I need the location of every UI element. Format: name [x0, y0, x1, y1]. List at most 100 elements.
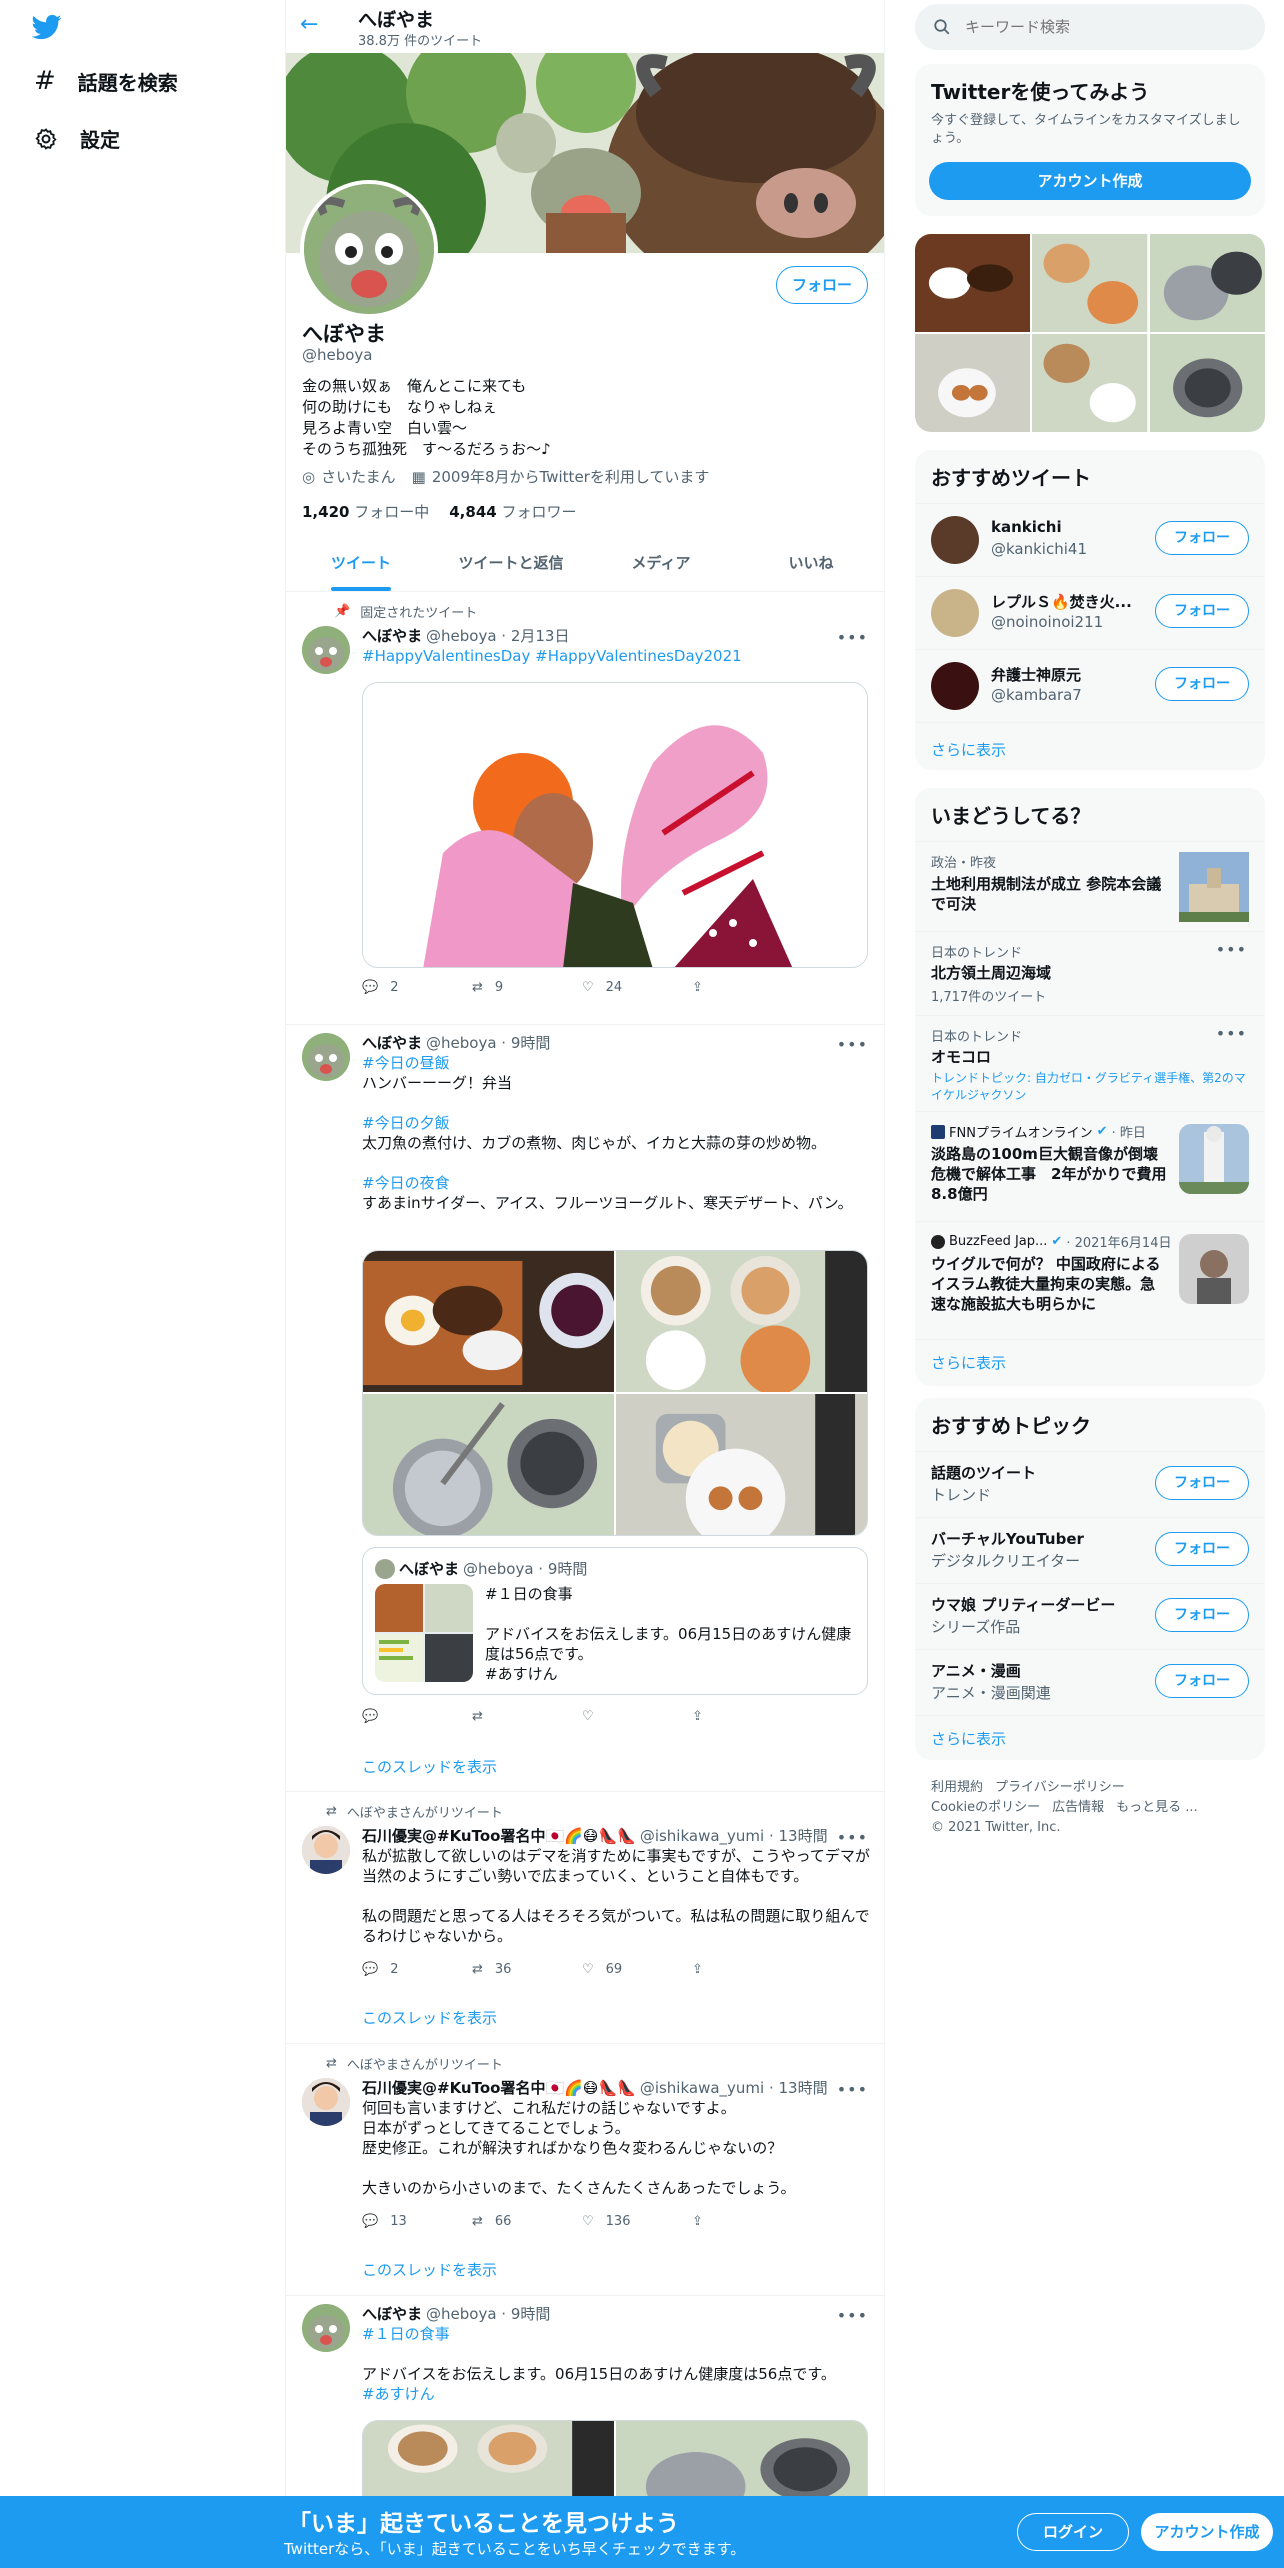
more-icon[interactable]: •••	[837, 1035, 868, 1054]
food-photo[interactable]	[363, 1251, 614, 1392]
reply-button[interactable]: 💬	[362, 1709, 462, 1724]
topic-item[interactable]: バーチャルYouTuber デジタルクリエイター フォロー	[915, 1517, 1265, 1583]
more-icon[interactable]: •••	[1216, 940, 1247, 959]
tweet-meta[interactable]: @heboya · 2月13日	[426, 626, 569, 646]
following-link[interactable]: 1,420 フォロー中	[302, 501, 429, 522]
footer-link[interactable]: 利用規約	[931, 1778, 983, 1798]
tweet-pinned[interactable]: 📌 固定されたツイート へぼやま @heboya · 2月13日 #HappyVal…	[286, 592, 884, 1025]
share-button[interactable]: ⇪	[692, 1962, 792, 1977]
like-button[interactable]: ♡ 136	[582, 2214, 682, 2229]
reply-button[interactable]: 💬 2	[362, 1962, 462, 1977]
topic-follow-button[interactable]: フォロー	[1155, 1664, 1249, 1698]
hashtag-link[interactable]: #あすけん	[362, 2384, 870, 2404]
show-thread-link[interactable]: このスレッドを表示	[362, 2259, 497, 2280]
retweet-button[interactable]: ⇄	[472, 1709, 572, 1724]
retweet-button[interactable]: ⇄ 36	[472, 1962, 572, 1977]
news-item[interactable]: BuzzFeed Jap... ✔ · 2021年6月14日 ウイグルで何が？ 中国…	[915, 1221, 1265, 1339]
tweet-avatar[interactable]	[302, 2078, 350, 2126]
recommend-user[interactable]: 弁護士神原元 @kambara7 フォロー	[915, 649, 1265, 722]
trend-item[interactable]: 政治・昨夜 土地利用規制法が成立 参院本会議で可決	[915, 841, 1265, 931]
tweet-avatar[interactable]	[302, 2304, 350, 2352]
trend-item[interactable]: 日本のトレンド オモコロ トレンドトピック: 自力ゼロ・グラビティ選手権、第2の…	[915, 1015, 1265, 1111]
like-button[interactable]: ♡ 69	[582, 1962, 682, 1977]
tab-likes[interactable]: いいね	[736, 540, 884, 591]
footer-link[interactable]: Cookieのポリシー	[931, 1798, 1040, 1818]
tab-tweets-replies[interactable]: ツイートと返信	[436, 540, 586, 591]
more-icon[interactable]: •••	[837, 628, 868, 647]
tweet-meta[interactable]: @ishikawa_yumi · 13時間	[640, 1826, 828, 1846]
food-photo[interactable]	[616, 1251, 867, 1392]
gallery-photo[interactable]	[1149, 334, 1265, 432]
like-button[interactable]: ♡	[582, 1709, 682, 1724]
hashtag-link[interactable]: #１日の食事	[362, 2324, 870, 2344]
gallery-photo[interactable]	[915, 234, 1031, 332]
signup-button[interactable]: アカウント作成	[929, 162, 1251, 200]
trend-item[interactable]: 日本のトレンド 北方領土周辺海域 1,717件のツイート •••	[915, 931, 1265, 1015]
nav-settings[interactable]: 設定	[34, 124, 120, 153]
footer-link[interactable]: 広告情報	[1052, 1798, 1104, 1818]
food-photo[interactable]	[363, 1394, 614, 1535]
tab-media[interactable]: メディア	[586, 540, 736, 591]
recommend-user[interactable]: レプルＳ🔥焚き火... @noinoinoi211 フォロー	[915, 576, 1265, 649]
tweet-meta[interactable]: @heboya · 9時間	[426, 1033, 550, 1053]
profile-avatar[interactable]	[300, 180, 438, 318]
topic-follow-button[interactable]: フォロー	[1155, 1466, 1249, 1500]
reply-button[interactable]: 💬 2	[362, 980, 462, 995]
tweet-meta[interactable]: @ishikawa_yumi · 13時間	[640, 2078, 828, 2098]
more-icon[interactable]: •••	[837, 2080, 868, 2099]
quoted-tweet[interactable]: へぼやま @heboya · 9時間 #１日の食事 アドバイスをお伝えします。06…	[362, 1547, 868, 1695]
retweet-button[interactable]: ⇄ 9	[472, 980, 572, 995]
share-button[interactable]: ⇪	[692, 980, 792, 995]
retweet-button[interactable]: ⇄ 66	[472, 2214, 572, 2229]
show-more-link[interactable]: さらに表示	[915, 1715, 1265, 1760]
footer-link[interactable]: もっと見る ...	[1116, 1798, 1198, 1818]
share-button[interactable]: ⇪	[692, 2214, 792, 2229]
like-button[interactable]: ♡ 24	[582, 980, 682, 995]
nav-explore[interactable]: # 話題を検索	[34, 66, 178, 96]
gallery-photo[interactable]	[1032, 334, 1148, 432]
food-photo[interactable]	[616, 1394, 867, 1535]
follow-button[interactable]: フォロー	[1155, 667, 1249, 701]
tweet-avatar[interactable]	[302, 1826, 350, 1874]
more-icon[interactable]: •••	[837, 1828, 868, 1847]
topic-follow-button[interactable]: フォロー	[1155, 1532, 1249, 1566]
footer-link[interactable]: プライバシーポリシー	[995, 1778, 1125, 1798]
follow-button[interactable]: フォロー	[1155, 594, 1249, 628]
search-box[interactable]	[915, 4, 1265, 50]
tweet-retweet-2[interactable]: ⇄ へぼやまさんがリツイート 石川優実@#KuToo署名中🇯🇵🌈😷👠👠 @ishik…	[286, 2044, 884, 2296]
hashtag-link[interactable]: #HappyValentinesDay #HappyValentinesDay2…	[362, 646, 870, 666]
login-button[interactable]: ログイン	[1017, 2513, 1129, 2551]
news-item[interactable]: FNNプライムオンライン ✔ · 昨日 淡路島の100m巨大観音像が倒壊危機で解体工…	[915, 1111, 1265, 1221]
reply-button[interactable]: 💬 13	[362, 2214, 462, 2229]
tweet-author[interactable]: 石川優実@#KuToo署名中🇯🇵🌈😷👠👠	[362, 2078, 636, 2098]
more-icon[interactable]: •••	[837, 2306, 868, 2325]
gallery-photo[interactable]	[1032, 234, 1148, 332]
tweet-food[interactable]: へぼやま @heboya · 9時間 #今日の昼飯 ハンバーーーグ！弁当 #今日の…	[286, 1025, 884, 1792]
tweet-avatar[interactable]	[302, 626, 350, 674]
tweet-author[interactable]: へぼやま	[362, 1033, 422, 1053]
hashtag-link[interactable]: #今日の昼飯	[362, 1053, 870, 1073]
show-more-link[interactable]: さらに表示	[915, 1339, 1265, 1386]
tweet-author[interactable]: へぼやま	[362, 626, 422, 646]
tweet-author[interactable]: 石川優実@#KuToo署名中🇯🇵🌈😷👠👠	[362, 1826, 636, 1846]
back-arrow-icon[interactable]: ←	[300, 12, 318, 37]
more-icon[interactable]: •••	[1216, 1024, 1247, 1043]
tweet-meta[interactable]: @heboya · 9時間	[426, 2304, 550, 2324]
followers-link[interactable]: 4,844 フォロワー	[449, 501, 576, 522]
recommend-user[interactable]: kankichi @kankichi41 フォロー	[915, 503, 1265, 576]
profile-follow-button[interactable]: フォロー	[776, 266, 868, 304]
topic-item[interactable]: アニメ・漫画 アニメ・漫画関連 フォロー	[915, 1649, 1265, 1715]
show-thread-link[interactable]: このスレッドを表示	[362, 1756, 497, 1777]
hashtag-link[interactable]: #今日の夜食	[362, 1173, 870, 1193]
twitter-logo-icon[interactable]	[30, 12, 64, 42]
bottom-signup-button[interactable]: アカウント作成	[1141, 2513, 1273, 2551]
topic-follow-button[interactable]: フォロー	[1155, 1598, 1249, 1632]
tab-tweets[interactable]: ツイート	[286, 540, 436, 591]
topic-item[interactable]: ウマ娘 プリティーダービー シリーズ作品 フォロー	[915, 1583, 1265, 1649]
follow-button[interactable]: フォロー	[1155, 521, 1249, 555]
show-more-link[interactable]: さらに表示	[915, 722, 1265, 770]
search-input[interactable]	[965, 18, 1225, 36]
gallery-photo[interactable]	[1149, 234, 1265, 332]
hashtag-link[interactable]: #今日の夕飯	[362, 1113, 870, 1133]
topic-item[interactable]: 話題のツイート トレンド フォロー	[915, 1451, 1265, 1517]
